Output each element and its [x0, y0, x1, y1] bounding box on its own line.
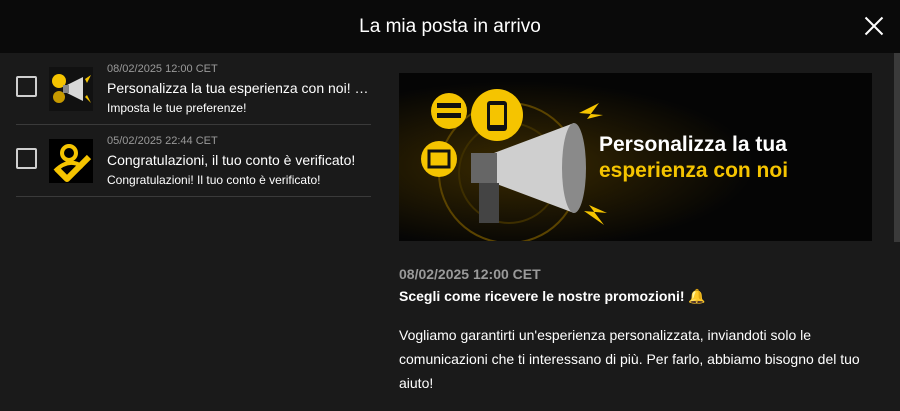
list-item[interactable]: 08/02/2025 12:00 CET Personalizza la tua… — [16, 53, 371, 125]
message-list: 08/02/2025 12:00 CET Personalizza la tua… — [16, 53, 371, 197]
message-title: Congratulazioni, il tuo conto è verifica… — [107, 152, 356, 168]
message-subtitle: Congratulazioni! Il tuo conto è verifica… — [107, 173, 321, 187]
verified-user-icon — [49, 139, 93, 183]
message-date: 05/02/2025 22:44 CET — [107, 135, 218, 147]
promo-banner: Personalizza la tua esperienza con noi — [399, 73, 872, 241]
inbox-title: La mia posta in arrivo — [359, 15, 541, 37]
detail-subject: Scegli come ricevere le nostre promozion… — [399, 288, 706, 304]
megaphone-thumbnail-icon — [49, 67, 93, 111]
select-checkbox[interactable] — [16, 148, 37, 169]
message-detail: Personalizza la tua esperienza con noi 0… — [399, 73, 872, 395]
message-subtitle: Imposta le tue preferenze! — [107, 101, 247, 115]
close-icon[interactable] — [864, 16, 884, 36]
detail-body: Vogliamo garantirti un'esperienza person… — [399, 327, 860, 391]
detail-date: 08/02/2025 12:00 CET — [399, 266, 541, 282]
message-date: 08/02/2025 12:00 CET — [107, 63, 218, 75]
select-checkbox[interactable] — [16, 76, 37, 97]
message-title: Personalizza la tua esperienza con noi! … — [107, 80, 371, 96]
banner-line1: Personalizza la tua — [599, 133, 787, 156]
list-item[interactable]: 05/02/2025 22:44 CET Congratulazioni, il… — [16, 125, 371, 197]
scrollbar[interactable] — [894, 53, 900, 242]
inbox-header: La mia posta in arrivo — [0, 0, 900, 53]
banner-line2: esperienza con noi — [599, 159, 789, 182]
